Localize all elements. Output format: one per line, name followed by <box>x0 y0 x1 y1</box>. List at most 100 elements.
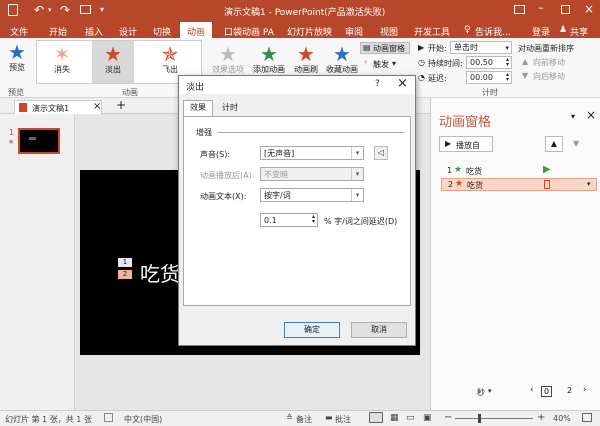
document-tab[interactable]: 演示文稿1 × <box>14 100 102 114</box>
effect-fly-out[interactable]: ✯ 飞出 <box>150 44 190 75</box>
spellcheck-icon[interactable] <box>104 413 113 422</box>
signin-link[interactable]: 登录 <box>532 25 550 38</box>
menu-home[interactable]: 开始 <box>49 25 67 38</box>
restore-icon[interactable] <box>561 5 570 14</box>
move-down-icon[interactable]: ▼ <box>573 139 579 148</box>
word-delay-label: % 字/词之间延迟(D) <box>324 217 398 226</box>
menu-transitions[interactable]: 切换 <box>153 25 171 38</box>
play-from-button[interactable]: ▶ 播放自 <box>439 136 493 152</box>
start-dropdown-icon: ▾ <box>505 44 509 52</box>
notes-button[interactable]: 备注 <box>296 414 312 425</box>
dialog-help-button[interactable]: ? <box>375 79 380 89</box>
zoom-out-icon[interactable]: − <box>444 412 452 423</box>
share-button[interactable]: 共享 <box>570 25 588 38</box>
start-select[interactable]: 单击时 ▾ <box>450 41 512 54</box>
cancel-button[interactable]: 取消 <box>351 322 407 338</box>
slide-thumbnail[interactable] <box>18 128 60 154</box>
undo-icon[interactable]: ↶ <box>34 3 44 17</box>
tab-timing-label: 计时 <box>222 103 238 112</box>
item-dropdown-icon[interactable]: ▾ <box>587 180 591 188</box>
redo-icon[interactable]: ↷ <box>60 3 70 17</box>
trigger-button[interactable]: 触发 <box>373 59 389 70</box>
slide-count: 幻灯片 第 1 张，共 1 张 <box>5 415 92 424</box>
word-delay-spinner-icon[interactable]: ▴ ▾ <box>312 214 315 225</box>
slide-sorter-icon[interactable]: ▦ <box>390 413 399 423</box>
tell-me-icon[interactable]: ♀ <box>464 25 471 35</box>
language[interactable]: 中文(中国) <box>124 414 162 425</box>
animate-text-dropdown-icon: ▾ <box>351 189 363 201</box>
tab-timing[interactable]: 计时 <box>215 102 245 116</box>
new-tab-icon[interactable]: + <box>116 98 126 112</box>
effect-options-icon: ★ <box>219 42 237 66</box>
move-earlier-icon: ▲ <box>522 57 529 66</box>
delay-input[interactable]: 00.00 ▴ ▾ <box>466 71 512 84</box>
menu-pocket-animation[interactable]: 口袋动画 PA <box>224 25 274 38</box>
presentation-icon[interactable] <box>80 5 91 14</box>
share-icon[interactable]: ♟ <box>559 25 567 35</box>
notes-icon: ≙ <box>286 413 293 422</box>
save-icon[interactable] <box>8 4 18 16</box>
menu-file[interactable]: 文件 <box>10 25 28 38</box>
timeline-zoom-out-icon[interactable]: ‹ <box>530 385 534 395</box>
animation-item-2[interactable]: 2 ★ 吃货 ▾ <box>441 178 597 191</box>
tab-close-icon[interactable]: × <box>93 101 101 112</box>
menu-view[interactable]: 视图 <box>380 25 398 38</box>
pane-close-icon[interactable]: × <box>586 108 596 122</box>
zoom-slider-thumb[interactable] <box>478 414 481 423</box>
sound-select[interactable]: [无声音] ▾ <box>260 146 364 160</box>
menu-design[interactable]: 设计 <box>119 25 137 38</box>
ribbon-display-icon[interactable] <box>514 5 525 14</box>
close-icon[interactable]: × <box>584 2 594 16</box>
slideshow-view-icon[interactable]: ▣ <box>423 413 432 423</box>
menu-bar: 文件 开始 插入 设计 切换 动画 口袋动画 PA 幻灯片放映 审阅 视图 开发… <box>0 22 600 38</box>
trigger-dropdown-icon[interactable]: ▾ <box>392 59 396 68</box>
duration-input[interactable]: 00.50 ▴ ▾ <box>466 56 512 69</box>
ok-button[interactable]: 确定 <box>284 322 340 338</box>
after-animation-select[interactable]: 不变暗 ▾ <box>260 167 364 181</box>
sound-label: 声音(S): <box>200 150 231 159</box>
animation-badge-1: 1 <box>118 258 132 267</box>
seconds-dropdown-icon[interactable]: ▾ <box>488 387 492 395</box>
add-animation-button[interactable]: ★ 添加动画 <box>250 44 288 75</box>
slide-text[interactable]: 吃货 <box>140 258 180 287</box>
fit-window-icon[interactable] <box>582 413 592 422</box>
menu-animations[interactable]: 动画 <box>180 22 213 38</box>
minimize-icon[interactable]: – <box>538 1 544 14</box>
animation-painter-button[interactable]: ★ 动画刷 <box>288 44 324 75</box>
favorite-animation-button[interactable]: ★ 收藏动画 <box>324 44 360 75</box>
timeline-zoom-in-icon[interactable]: › <box>583 385 587 395</box>
dialog-title: 淡出 <box>186 83 205 93</box>
effect-disappear[interactable]: ✶ 消失 <box>44 44 80 75</box>
animate-text-select[interactable]: 按字/词 ▾ <box>260 188 364 202</box>
move-up-button[interactable]: ▲ <box>545 136 563 152</box>
delay-spinner-icon[interactable]: ▴ ▾ <box>506 72 509 83</box>
effect-options-button[interactable]: ★ 效果选项 <box>210 44 246 75</box>
document-tab-label: 演示文稿1 <box>32 104 70 113</box>
sound-volume-icon[interactable]: ◁ <box>374 146 388 160</box>
undo-dropdown-icon[interactable]: ▾ <box>48 6 52 14</box>
tell-me-box[interactable]: 告诉我... <box>475 25 511 38</box>
move-earlier-button[interactable]: 向前移动 <box>533 57 565 68</box>
menu-slideshow[interactable]: 幻灯片放映 <box>287 25 332 38</box>
zoom-level[interactable]: 40% <box>553 414 571 423</box>
effect-fade[interactable]: ★ 淡出 <box>92 41 134 83</box>
zoom-in-icon[interactable]: + <box>537 412 545 423</box>
comments-button[interactable]: 批注 <box>335 414 351 425</box>
pane-options-icon[interactable]: ▾ <box>571 112 575 121</box>
zoom-slider-track[interactable] <box>455 418 533 419</box>
item-star-icon: ★ <box>454 165 463 175</box>
tab-effect[interactable]: 效果 <box>183 100 213 116</box>
reading-view-icon[interactable]: ▭ <box>406 413 415 423</box>
customize-qat-icon[interactable]: ▾ <box>100 5 104 14</box>
move-later-button[interactable]: 向后移动 <box>533 71 565 82</box>
word-delay-input[interactable]: 0.1 ▴ ▾ <box>260 213 318 227</box>
preview-button[interactable]: ★ 预览 <box>4 42 30 73</box>
menu-review[interactable]: 审阅 <box>345 25 363 38</box>
menu-insert[interactable]: 插入 <box>85 25 103 38</box>
duration-spinner-icon[interactable]: ▴ ▾ <box>506 57 509 68</box>
dialog-tab-body: 增强 声音(S): [无声音] ▾ ◁ 动画播放后(A): 不变暗 ▾ 动画文本… <box>183 116 411 306</box>
animation-item-1[interactable]: 1 ★ 吃货 ▶ <box>441 164 597 177</box>
menu-developer[interactable]: 开发工具 <box>414 25 450 38</box>
dialog-close-icon[interactable]: × <box>397 76 408 91</box>
normal-view-icon[interactable] <box>369 412 383 423</box>
